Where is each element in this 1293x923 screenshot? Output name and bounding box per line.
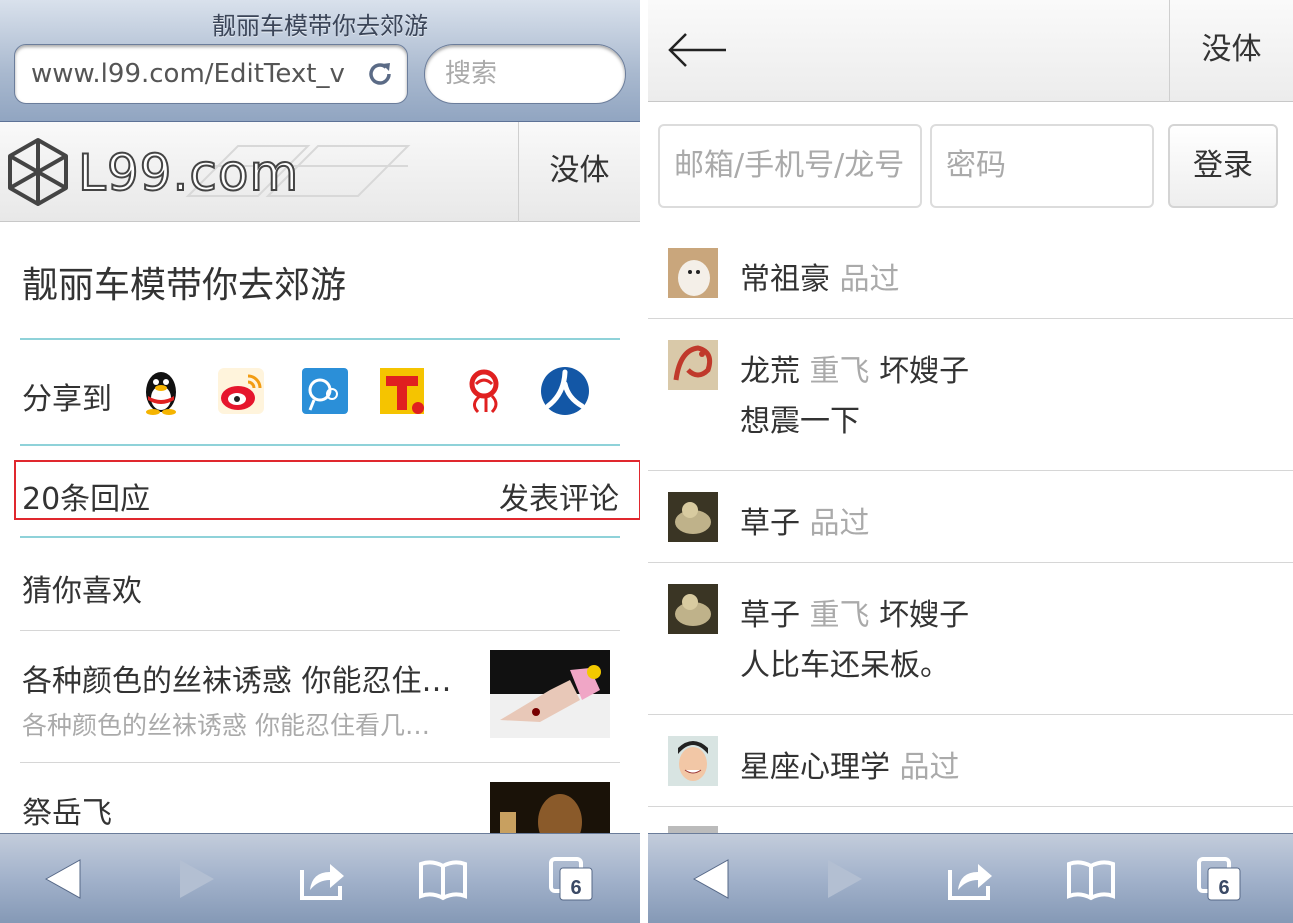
comment-header: 龙荒 重飞 坏嫂子: [740, 346, 969, 390]
divider: [20, 762, 620, 763]
comment-header: 常祖豪 品过: [740, 254, 900, 298]
share-icon[interactable]: [298, 856, 348, 902]
comment-target[interactable]: 坏嫂子: [879, 354, 969, 389]
login-button[interactable]: 登录: [1168, 124, 1278, 208]
qq-icon[interactable]: [136, 366, 186, 416]
avatar[interactable]: [668, 492, 718, 542]
comment-action: 重飞: [809, 598, 870, 633]
avatar[interactable]: [668, 248, 718, 298]
back-arrow-icon[interactable]: [666, 30, 728, 70]
l99-logo[interactable]: L99.com: [8, 136, 418, 210]
forward-icon[interactable]: [170, 856, 220, 902]
divider: [20, 630, 620, 631]
right-screen: 没体 邮箱/手机号/龙号 密码 登录 常祖豪 品过 龙荒 重飞 坏嫂子 想震一下: [648, 0, 1293, 923]
comment-header: 草子 重飞 坏嫂子: [740, 590, 969, 634]
site-header: L99.com 没体: [0, 122, 640, 222]
avatar[interactable]: [668, 340, 718, 390]
weibo-icon[interactable]: [216, 366, 266, 416]
bookmarks-icon[interactable]: [418, 856, 468, 902]
comment-user[interactable]: 常祖豪: [740, 262, 830, 297]
avatar[interactable]: [668, 584, 718, 634]
reply-bar: 20条回应 发表评论: [14, 460, 640, 520]
font-size-button[interactable]: 没体: [1169, 0, 1293, 102]
comment-action: 品过: [839, 262, 900, 297]
divider: [648, 318, 1293, 319]
back-icon[interactable]: [688, 856, 738, 902]
forward-icon[interactable]: [818, 856, 868, 902]
avatar[interactable]: [668, 736, 718, 786]
comment-body: 想震一下: [740, 404, 860, 439]
renren-icon[interactable]: [540, 366, 590, 416]
tabs-icon[interactable]: 6: [548, 856, 598, 902]
share-label: 分享到: [22, 382, 112, 417]
divider: [648, 562, 1293, 563]
search-field[interactable]: 搜索: [424, 44, 626, 104]
divider: [20, 338, 620, 340]
screen-divider: [640, 0, 648, 923]
comment-user[interactable]: 龙荒: [740, 354, 800, 389]
page-title: 靓丽车模带你去郊游: [212, 12, 428, 40]
left-screen: 靓丽车模带你去郊游 www.l99.com/EditText_v 搜索 L99.…: [0, 0, 640, 923]
comment-header: 星座心理学 品过: [740, 742, 960, 786]
bookmarks-icon[interactable]: [1066, 856, 1116, 902]
comment-body: 人比车还呆板。: [740, 648, 950, 683]
logo-text: L99.com: [77, 143, 300, 203]
tabs-count: 6: [1218, 877, 1229, 899]
url-field[interactable]: www.l99.com/EditText_v: [14, 44, 408, 104]
rec-item-title[interactable]: 各种颜色的丝袜诱惑 你能忍住…: [22, 656, 452, 700]
url-text: www.l99.com/EditText_v: [31, 59, 345, 89]
share-row: 分享到: [22, 366, 622, 422]
section-title: 猜你喜欢: [22, 574, 142, 609]
pengyou-icon[interactable]: [300, 366, 350, 416]
comment-action: 品过: [809, 506, 870, 541]
safari-address-bar: 靓丽车模带你去郊游 www.l99.com/EditText_v 搜索: [0, 0, 640, 122]
rec-item-title[interactable]: 祭岳飞: [22, 788, 112, 832]
post-comment-link[interactable]: 发表评论: [499, 474, 619, 518]
divider: [20, 536, 620, 538]
share-icon[interactable]: [946, 856, 996, 902]
comment-user[interactable]: 星座心理学: [740, 750, 890, 785]
article-title: 靓丽车模带你去郊游: [22, 265, 347, 306]
rec-item-thumbnail[interactable]: [490, 650, 610, 738]
account-input[interactable]: 邮箱/手机号/龙号: [658, 124, 922, 208]
back-icon[interactable]: [40, 856, 90, 902]
comment-user[interactable]: 草子: [740, 598, 800, 633]
comment-header: 草子 品过: [740, 498, 870, 542]
password-input[interactable]: 密码: [930, 124, 1154, 208]
reload-icon[interactable]: [365, 59, 395, 89]
safari-toolbar: 6: [0, 833, 640, 923]
safari-toolbar: 6: [648, 833, 1293, 923]
comment-user[interactable]: 草子: [740, 506, 800, 541]
divider: [648, 470, 1293, 471]
reply-count[interactable]: 20条回应: [22, 474, 150, 518]
divider: [20, 444, 620, 446]
divider: [648, 806, 1293, 807]
tabs-icon[interactable]: 6: [1196, 856, 1246, 902]
tabs-count: 6: [570, 877, 581, 899]
tianya-icon[interactable]: [378, 366, 428, 416]
divider: [648, 714, 1293, 715]
rec-item-subtitle[interactable]: 各种颜色的丝袜诱惑 你能忍住看几…: [22, 706, 430, 742]
comment-action: 品过: [899, 750, 960, 785]
comments-header: 没体: [648, 0, 1293, 102]
comment-target[interactable]: 坏嫂子: [879, 598, 969, 633]
sohu-icon[interactable]: [460, 366, 510, 416]
font-size-button[interactable]: 没体: [518, 122, 640, 222]
comment-action: 重飞: [809, 354, 870, 389]
